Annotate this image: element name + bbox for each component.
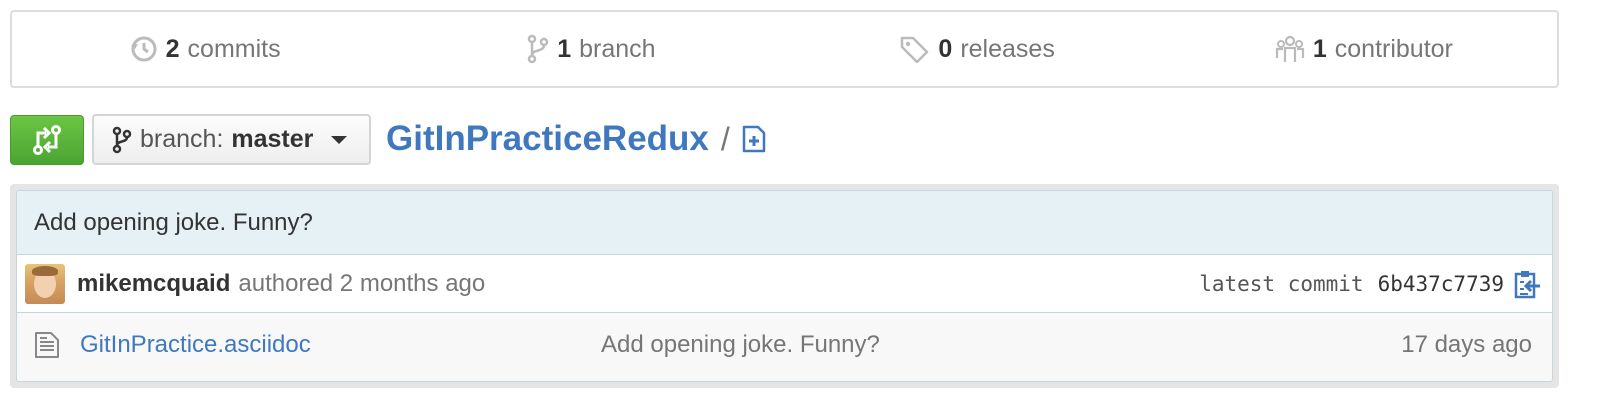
tag-icon — [901, 36, 929, 63]
repo-name-base: GitInPractice — [386, 119, 602, 158]
releases-count: 0 — [938, 34, 953, 63]
file-list: Add opening joke. Funny? mikemcquaid aut… — [16, 190, 1553, 382]
branch-select-button[interactable]: branch: master — [92, 114, 371, 165]
repo-name-suffix: Redux — [601, 119, 709, 158]
branches-count: 1 — [557, 34, 572, 63]
commits-link[interactable]: 2 commits — [12, 12, 398, 86]
path-separator: / — [720, 120, 730, 157]
breadcrumb: GitInPracticeRedux / — [386, 114, 766, 164]
commit-author[interactable]: mikemcquaid — [77, 270, 230, 298]
list-item: GitInPractice.asciidoc Add opening joke.… — [17, 313, 1552, 377]
commit-message[interactable]: Add opening joke. Funny? — [34, 209, 313, 237]
file-text-icon — [35, 332, 59, 358]
current-branch-name: master — [231, 125, 314, 153]
file-commit-message[interactable]: Add opening joke. Funny? — [601, 331, 1401, 359]
contributors-link[interactable]: 1 contributor — [1171, 12, 1557, 86]
branch-prefix: branch: — [140, 125, 224, 153]
commits-label: commits — [187, 34, 281, 63]
history-icon — [130, 36, 157, 62]
file-navigation: Add opening joke. Funny? mikemcquaid aut… — [10, 184, 1559, 388]
latest-commit-label: latest commit — [1199, 271, 1364, 296]
file-name-link[interactable]: GitInPractice.asciidoc — [80, 331, 601, 359]
compare-icon — [33, 125, 61, 155]
releases-link[interactable]: 0 releases — [785, 12, 1171, 86]
compare-button[interactable] — [10, 115, 84, 165]
contributors-label: contributor — [1334, 34, 1453, 63]
organization-icon — [1275, 35, 1304, 62]
git-branch-icon — [112, 126, 132, 153]
repo-summary-bar: 2 commits 1 branch 0 releases 1 contribu… — [10, 10, 1559, 88]
commit-authored-time: authored 2 months ago — [238, 269, 486, 297]
releases-label: releases — [960, 34, 1055, 63]
file-age: 17 days ago — [1401, 331, 1532, 358]
git-branch-icon — [527, 34, 549, 64]
avatar[interactable] — [25, 263, 65, 304]
commit-sha[interactable]: 6b437c7739 — [1378, 272, 1504, 296]
repo-name-link[interactable]: GitInPracticeRedux — [386, 119, 709, 159]
chevron-down-icon — [331, 135, 348, 144]
new-file-icon[interactable] — [742, 125, 766, 153]
commit-title-bar: Add opening joke. Funny? — [17, 191, 1552, 255]
branches-link[interactable]: 1 branch — [398, 12, 784, 86]
branches-label: branch — [579, 34, 656, 63]
commits-count: 2 — [165, 34, 180, 63]
contributors-count: 1 — [1312, 34, 1327, 63]
commit-meta-bar: mikemcquaid authored 2 months ago latest… — [17, 255, 1552, 313]
clipboard-icon[interactable] — [1514, 269, 1542, 299]
